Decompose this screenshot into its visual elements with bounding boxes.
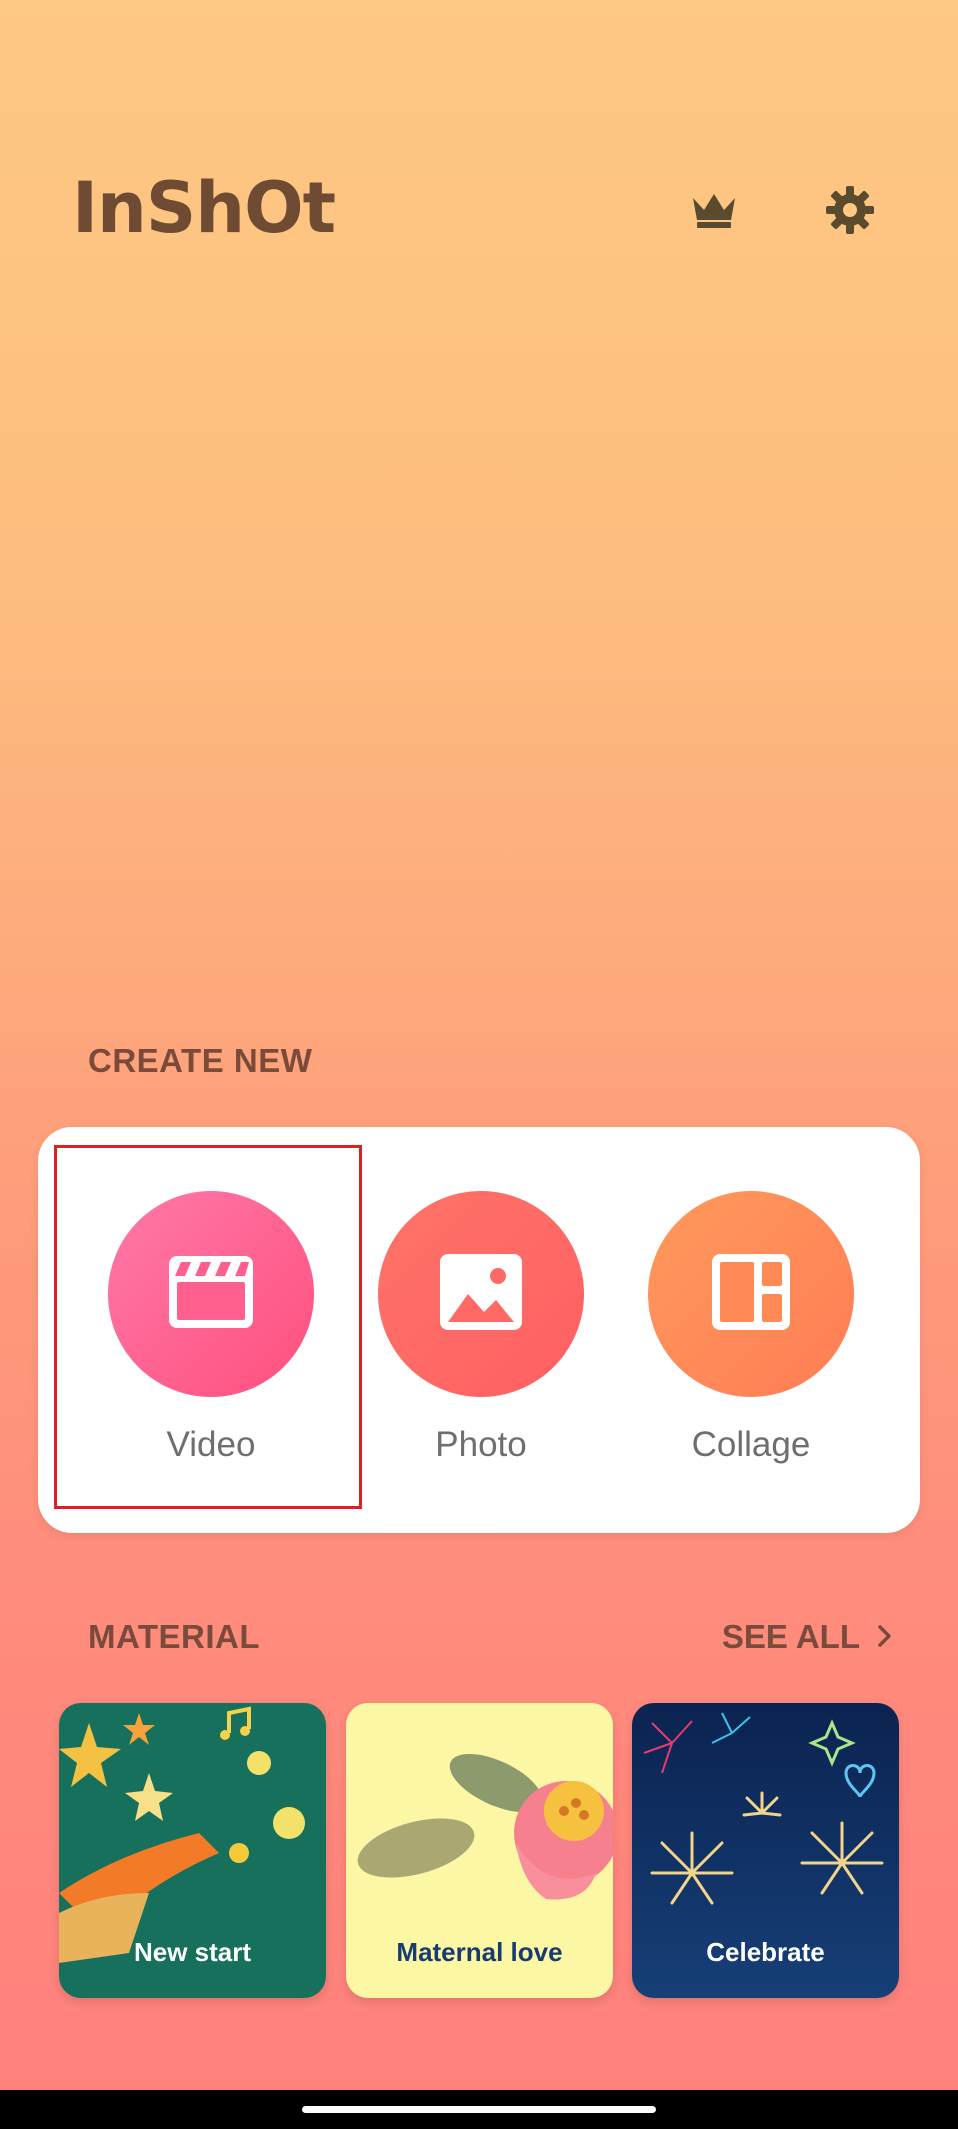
material-label: New start (133, 1937, 252, 1967)
chevron-right-icon (878, 1618, 892, 1656)
material-card-new-start[interactable]: New start (59, 1703, 326, 1998)
material-label: Maternal love (396, 1937, 563, 1967)
material-title: MATERIAL (88, 1618, 261, 1655)
see-all-label: SEE ALL (721, 1618, 860, 1655)
material-card-celebrate[interactable]: Celebrate (632, 1703, 899, 1998)
create-photo-button[interactable]: Photo (348, 1127, 618, 1533)
create-collage-button[interactable]: Collage (618, 1127, 888, 1533)
crown-icon[interactable] (682, 178, 746, 242)
gear-icon[interactable] (818, 178, 882, 242)
collage-circle (648, 1191, 854, 1397)
material-card-maternal-love[interactable]: Maternal love (346, 1703, 613, 1998)
app-logo: InShOt (72, 167, 336, 249)
see-all-link[interactable]: SEE ALL (722, 1618, 892, 1656)
create-new-title: CREATE NEW (88, 1042, 313, 1079)
home-gesture-handle[interactable] (302, 2106, 656, 2113)
photo-circle (378, 1191, 584, 1397)
collage-layout-icon (710, 1252, 792, 1337)
collage-label: Collage (691, 1425, 811, 1464)
material-label: Celebrate (706, 1937, 825, 1967)
photo-label: Photo (435, 1425, 527, 1464)
video-highlight-box (54, 1145, 362, 1509)
image-icon (438, 1252, 524, 1337)
